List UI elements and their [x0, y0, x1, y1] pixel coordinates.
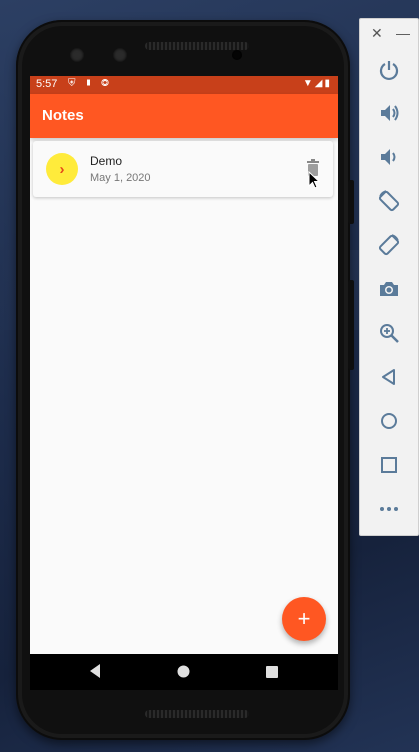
back-icon[interactable]: [88, 663, 102, 679]
camera-icon: [380, 282, 398, 296]
front-camera: [113, 48, 127, 62]
status-time: 5:57: [36, 78, 58, 90]
phone-volume-key: [348, 280, 354, 370]
more-dots-icon: [380, 507, 398, 511]
status-bar: 5:57 ⛨ ▮ ◎ ▼◢▮: [30, 76, 338, 94]
notification-icons: ⛨ ▮ ◎: [68, 78, 113, 89]
power-button[interactable]: [376, 57, 402, 83]
rotate-left-icon: [378, 190, 400, 212]
phone-power-key: [348, 180, 354, 224]
back-button[interactable]: [376, 364, 402, 390]
navigation-bar: [30, 654, 338, 690]
back-triangle-icon: [382, 369, 395, 385]
overview-icon[interactable]: [266, 666, 278, 678]
zoom-button[interactable]: [376, 320, 402, 346]
overview-square-icon: [381, 457, 397, 473]
close-icon[interactable]: ✕: [371, 25, 383, 42]
power-icon: [379, 61, 399, 81]
home-circle-icon: [381, 413, 397, 429]
rotate-right-button[interactable]: [376, 232, 402, 258]
overview-button[interactable]: [376, 452, 402, 478]
volume-up-icon: [381, 105, 399, 121]
app-bar: Notes: [30, 94, 338, 138]
volume-down-icon: [381, 149, 396, 165]
more-button[interactable]: [376, 496, 402, 522]
note-title: Demo: [90, 154, 123, 168]
rotate-left-button[interactable]: [376, 188, 402, 214]
note-open-chevron-icon[interactable]: ›: [46, 153, 78, 185]
screenshot-button[interactable]: [376, 276, 402, 302]
note-date: May 1, 2020: [90, 172, 151, 184]
minimize-icon[interactable]: —: [396, 25, 410, 41]
emulator-toolbar: ✕ —: [359, 18, 419, 536]
volume-up-button[interactable]: [376, 100, 402, 126]
rotate-right-icon: [378, 234, 400, 256]
proximity-sensor: [232, 50, 242, 60]
phone-screen: 5:57 ⛨ ▮ ◎ ▼◢▮ Notes › Demo May 1, 2020 …: [30, 76, 338, 690]
signal-battery-icons: ▼◢▮: [302, 78, 332, 89]
front-sensor: [70, 48, 84, 62]
delete-note-button[interactable]: [303, 157, 323, 179]
home-icon[interactable]: [177, 665, 190, 678]
note-list-item[interactable]: › Demo May 1, 2020: [33, 141, 333, 197]
home-button[interactable]: [376, 408, 402, 434]
trash-icon: [307, 159, 319, 176]
zoom-in-icon: [380, 324, 399, 343]
app-title: Notes: [42, 107, 84, 124]
add-note-button[interactable]: +: [282, 597, 326, 641]
earpiece-speaker: [145, 42, 249, 50]
volume-down-button[interactable]: [376, 144, 402, 170]
bottom-speaker: [145, 710, 249, 718]
